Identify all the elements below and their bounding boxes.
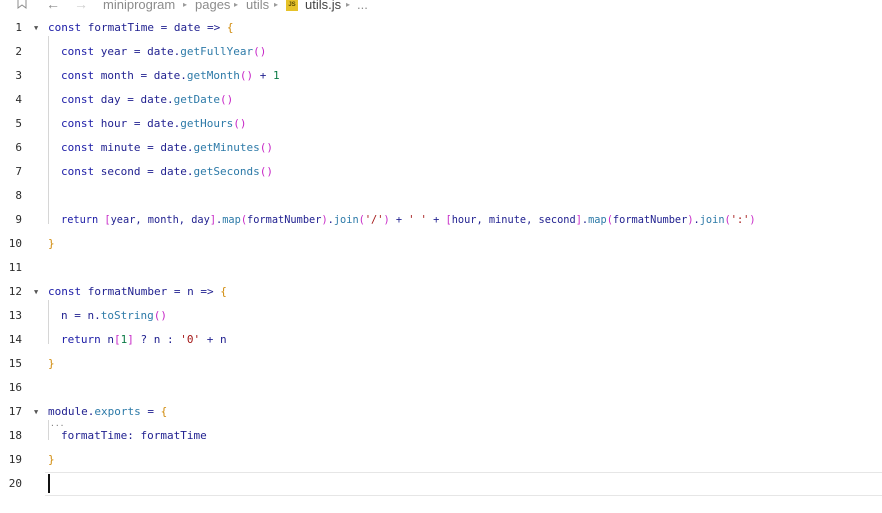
line-number: 5 bbox=[15, 117, 22, 130]
code-line: 17 ▼ module.exports = { bbox=[0, 400, 882, 424]
line-number: 4 bbox=[15, 93, 22, 106]
breadcrumb-item-pages[interactable]: pages bbox=[195, 0, 230, 14]
chevron-right-icon: ▸ bbox=[234, 0, 239, 9]
code-line: 16 bbox=[0, 376, 882, 400]
line-number: 19 bbox=[8, 453, 22, 466]
line-number: 13 bbox=[8, 309, 22, 322]
code-line: 19 } bbox=[0, 448, 882, 472]
arrow-right-icon[interactable]: → bbox=[74, 0, 88, 12]
line-number: 3 bbox=[15, 69, 22, 82]
code-text: const formatNumber = n => { bbox=[48, 285, 227, 298]
line-number: 18 bbox=[8, 429, 22, 442]
code-text: } bbox=[48, 237, 55, 250]
code-text: } bbox=[48, 453, 55, 466]
line-number: 17 bbox=[8, 405, 22, 418]
code-line: 14 return n[1] ? n : '0' + n bbox=[0, 328, 882, 352]
code-line: 3 const month = date.getMonth() + 1 bbox=[0, 64, 882, 88]
line-number: 7 bbox=[15, 165, 22, 178]
code-text: return [year, month, day].map(formatNumb… bbox=[61, 214, 756, 226]
bookmark-icon[interactable] bbox=[17, 0, 27, 12]
line-number: 20 bbox=[8, 477, 22, 490]
code-text: const month = date.getMonth() + 1 bbox=[61, 69, 280, 82]
code-text: } bbox=[48, 357, 55, 370]
code-text: const day = date.getDate() bbox=[61, 93, 234, 106]
line-number: 12 bbox=[8, 285, 22, 298]
line-number: 9 bbox=[15, 213, 22, 226]
code-text: formatTime: formatTime bbox=[61, 429, 207, 442]
fold-arrow-icon[interactable]: ▼ bbox=[34, 400, 38, 424]
code-text: n = n.toString() bbox=[61, 309, 167, 322]
line-number: 14 bbox=[8, 333, 22, 346]
current-line-highlight bbox=[45, 472, 882, 496]
code-line: 4 const day = date.getDate() bbox=[0, 88, 882, 112]
code-line: 2 const year = date.getFullYear() bbox=[0, 40, 882, 64]
chevron-right-icon: ▸ bbox=[183, 0, 188, 9]
js-file-icon: JS bbox=[286, 0, 298, 11]
code-text: return n[1] ? n : '0' + n bbox=[61, 333, 227, 346]
line-number: 16 bbox=[8, 381, 22, 394]
arrow-left-icon[interactable]: ← bbox=[46, 0, 60, 12]
code-line: 1 ▼ const formatTime = date => { bbox=[0, 16, 882, 40]
code-text: const formatTime = date => { bbox=[48, 21, 234, 34]
code-text: module.exports = { bbox=[48, 405, 168, 418]
code-line: 8 bbox=[0, 184, 882, 208]
fold-arrow-icon[interactable]: ▼ bbox=[34, 280, 38, 304]
code-text: const year = date.getFullYear() bbox=[61, 45, 267, 58]
chevron-right-icon: ▸ bbox=[274, 0, 279, 9]
breadcrumb-item-file[interactable]: utils.js bbox=[305, 0, 341, 14]
breadcrumb-item-more[interactable]: ... bbox=[357, 0, 368, 14]
breadcrumb-item-utils[interactable]: utils bbox=[246, 0, 269, 14]
line-number: 15 bbox=[8, 357, 22, 370]
code-line: 6 const minute = date.getMinutes() bbox=[0, 136, 882, 160]
line-number: 11 bbox=[8, 261, 22, 274]
line-number: 1 bbox=[15, 21, 22, 34]
line-number: 6 bbox=[15, 141, 22, 154]
code-line-current[interactable]: 20 bbox=[0, 472, 882, 496]
breadcrumb: ← → miniprogram ▸ pages ▸ utils ▸ JS uti… bbox=[0, 0, 882, 14]
code-editor[interactable]: 1 ▼ const formatTime = date => { 2 const… bbox=[0, 16, 882, 513]
code-line: 15 } bbox=[0, 352, 882, 376]
code-line: 13 n = n.toString() bbox=[0, 304, 882, 328]
code-text: const second = date.getSeconds() bbox=[61, 165, 273, 178]
code-line: 12 ▼ const formatNumber = n => { bbox=[0, 280, 882, 304]
code-text: const hour = date.getHours() bbox=[61, 117, 247, 130]
text-cursor bbox=[48, 474, 50, 493]
fold-arrow-icon[interactable]: ▼ bbox=[34, 16, 38, 40]
code-line: 10 } bbox=[0, 232, 882, 256]
line-number: 8 bbox=[15, 189, 22, 202]
line-number: 2 bbox=[15, 45, 22, 58]
code-line: 5 const hour = date.getHours() bbox=[0, 112, 882, 136]
breadcrumb-item-miniprogram[interactable]: miniprogram bbox=[103, 0, 175, 14]
chevron-right-icon: ▸ bbox=[346, 0, 351, 9]
code-line: 7 const second = date.getSeconds() bbox=[0, 160, 882, 184]
code-line: ··· 18 formatTime: formatTime bbox=[0, 422, 882, 448]
code-line: 11 bbox=[0, 256, 882, 280]
code-text: const minute = date.getMinutes() bbox=[61, 141, 273, 154]
code-line: 9 return [year, month, day].map(formatNu… bbox=[0, 208, 882, 232]
line-number: 10 bbox=[8, 237, 22, 250]
